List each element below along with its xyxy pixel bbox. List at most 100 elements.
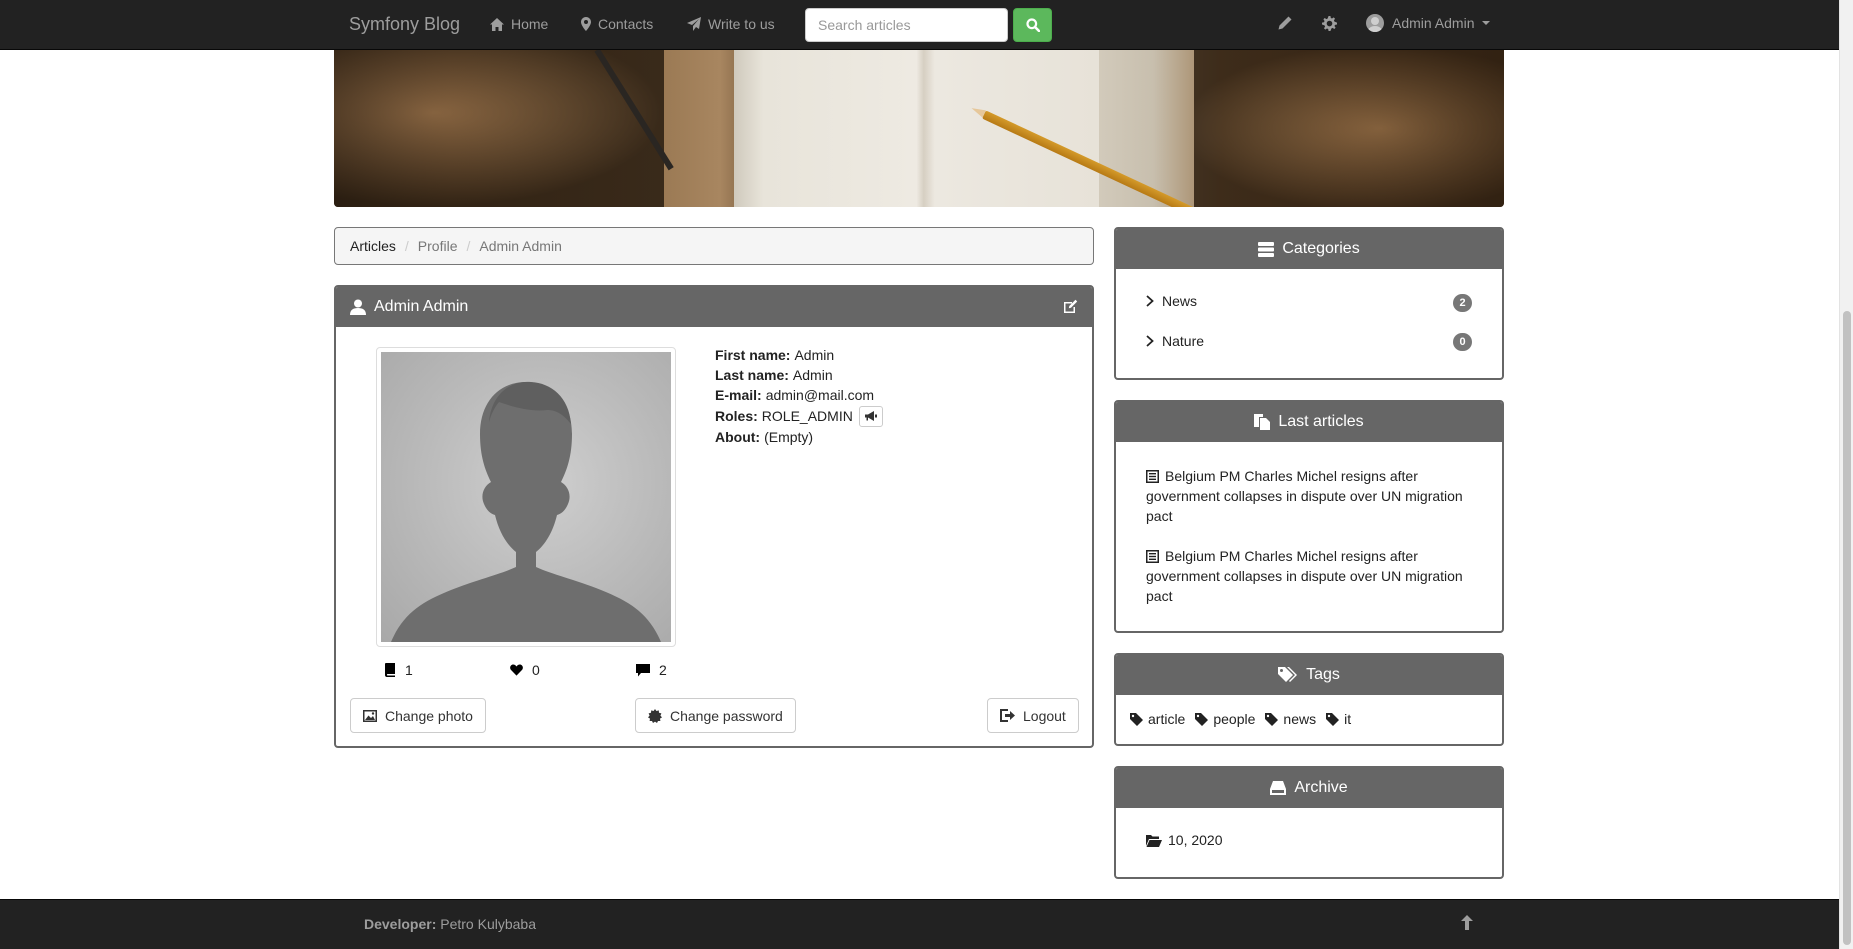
likes-count-value: 0 — [532, 662, 540, 678]
write-article-button[interactable] — [1278, 16, 1292, 33]
profile-panel: Admin Admin 1 0 2 First name: Admin Last… — [334, 285, 1094, 748]
tags-heading: Tags — [1116, 655, 1502, 695]
top-navbar: Symfony Blog Home Contacts Write to us A… — [0, 0, 1839, 50]
user-menu-dropdown[interactable]: Admin Admin — [1366, 14, 1491, 32]
brand-link[interactable]: Symfony Blog — [349, 14, 460, 35]
tag-item[interactable]: people — [1195, 711, 1255, 727]
picture-icon — [363, 709, 377, 722]
categories-title: Categories — [1282, 240, 1360, 257]
profile-photo-frame — [376, 347, 676, 647]
footer-developer-name: Petro Kulybaba — [440, 916, 536, 932]
last-article-title: Belgium PM Charles Michel resigns after … — [1146, 468, 1463, 524]
profile-info: First name: Admin Last name: Admin E-mai… — [715, 345, 883, 447]
settings-button[interactable] — [1322, 16, 1337, 34]
tasks-icon — [1258, 241, 1275, 257]
gear-icon — [1322, 16, 1337, 31]
role-info-button[interactable] — [858, 405, 883, 427]
pencil-icon — [1278, 16, 1292, 30]
last-articles-title: Last articles — [1278, 413, 1364, 430]
home-icon — [490, 17, 504, 31]
email-row: E-mail: admin@mail.com — [715, 385, 883, 405]
user-icon — [350, 299, 366, 315]
last-name-label: Last name: — [715, 367, 789, 383]
change-password-button[interactable]: Change password — [635, 698, 796, 733]
archive-item[interactable]: 10, 2020 — [1146, 832, 1223, 848]
last-articles-heading: Last articles — [1116, 402, 1502, 442]
scrollbar-thumb[interactable] — [1843, 311, 1851, 945]
send-icon — [687, 17, 701, 31]
comment-icon — [636, 663, 650, 676]
tag-item[interactable]: it — [1326, 711, 1351, 727]
logout-button[interactable]: Logout — [987, 698, 1079, 733]
roles-row: Roles: ROLE_ADMIN — [715, 405, 883, 427]
nav-write-link[interactable]: Write to us — [687, 16, 775, 32]
breadcrumb-articles-link[interactable]: Articles — [350, 238, 396, 254]
tag-label: it — [1344, 711, 1352, 727]
tags-title: Tags — [1306, 666, 1340, 683]
footer-developer-label: Developer: — [364, 916, 437, 932]
search-icon — [1025, 18, 1040, 32]
about-label: About: — [715, 429, 761, 445]
map-marker-icon — [581, 17, 591, 31]
list-alt-icon — [1146, 550, 1159, 563]
change-photo-label: Change photo — [385, 707, 473, 724]
logout-label: Logout — [1023, 707, 1066, 724]
change-photo-button[interactable]: Change photo — [350, 698, 486, 733]
category-count-badge: 0 — [1453, 333, 1472, 351]
nav-home-label: Home — [511, 16, 549, 32]
nav-contacts-link[interactable]: Contacts — [581, 16, 653, 32]
roles-label: Roles: — [715, 408, 758, 424]
profile-photo — [381, 352, 671, 642]
tags-panel: Tags article people news it — [1114, 653, 1504, 746]
nav-write-label: Write to us — [708, 16, 775, 32]
archive-label: 10, 2020 — [1168, 832, 1223, 848]
folder-open-icon — [1146, 834, 1162, 847]
bullhorn-icon — [864, 410, 877, 421]
profile-title: Admin Admin — [374, 298, 469, 315]
comments-count-value: 2 — [659, 662, 667, 678]
comments-count: 2 — [636, 662, 667, 678]
nav-home-link[interactable]: Home — [490, 16, 548, 32]
chevron-right-icon — [1146, 335, 1154, 347]
last-article-link[interactable]: Belgium PM Charles Michel resigns after … — [1146, 466, 1481, 526]
breadcrumb-current: Admin Admin — [479, 238, 562, 254]
hdd-icon — [1270, 781, 1287, 795]
duplicate-icon — [1254, 414, 1271, 430]
tag-label: article — [1148, 711, 1186, 727]
search-input[interactable] — [805, 8, 1008, 42]
last-article-link[interactable]: Belgium PM Charles Michel resigns after … — [1146, 546, 1481, 606]
chevron-right-icon — [1146, 295, 1154, 307]
email-value: admin@mail.com — [765, 387, 875, 403]
articles-count: 1 — [385, 662, 413, 678]
last-name-row: Last name: Admin — [715, 365, 883, 385]
tag-icon — [1265, 712, 1279, 726]
arrow-up-icon — [1461, 915, 1473, 930]
categories-panel: Categories News 2 Nature 0 — [1114, 227, 1504, 380]
archive-panel: Archive 10, 2020 — [1114, 766, 1504, 879]
avatar — [1366, 14, 1384, 32]
breadcrumb-separator: / — [466, 238, 471, 254]
tag-item[interactable]: news — [1265, 711, 1316, 727]
tag-icon — [1195, 712, 1209, 726]
category-label: Nature — [1162, 333, 1205, 349]
tag-icon — [1130, 712, 1143, 726]
category-item-nature[interactable]: Nature — [1146, 333, 1204, 349]
list-alt-icon — [1146, 470, 1159, 483]
heart-icon — [510, 664, 523, 676]
tag-item[interactable]: article — [1130, 711, 1185, 727]
likes-count: 0 — [510, 662, 540, 678]
email-label: E-mail: — [715, 387, 762, 403]
profile-panel-heading: Admin Admin — [336, 287, 1092, 327]
page-scrollbar[interactable] — [1839, 0, 1853, 949]
first-name-label: First name: — [715, 347, 791, 363]
breadcrumb-profile: Profile — [417, 238, 458, 254]
last-article-title: Belgium PM Charles Michel resigns after … — [1146, 548, 1463, 604]
category-item-news[interactable]: News — [1146, 293, 1197, 309]
category-count-badge: 2 — [1453, 294, 1472, 312]
search-button[interactable] — [1013, 8, 1052, 42]
scroll-to-top-button[interactable] — [1461, 915, 1473, 933]
edit-profile-button[interactable] — [1063, 299, 1078, 319]
hero-banner — [334, 50, 1504, 207]
categories-heading: Categories — [1116, 229, 1502, 269]
edit-icon — [1064, 299, 1078, 313]
